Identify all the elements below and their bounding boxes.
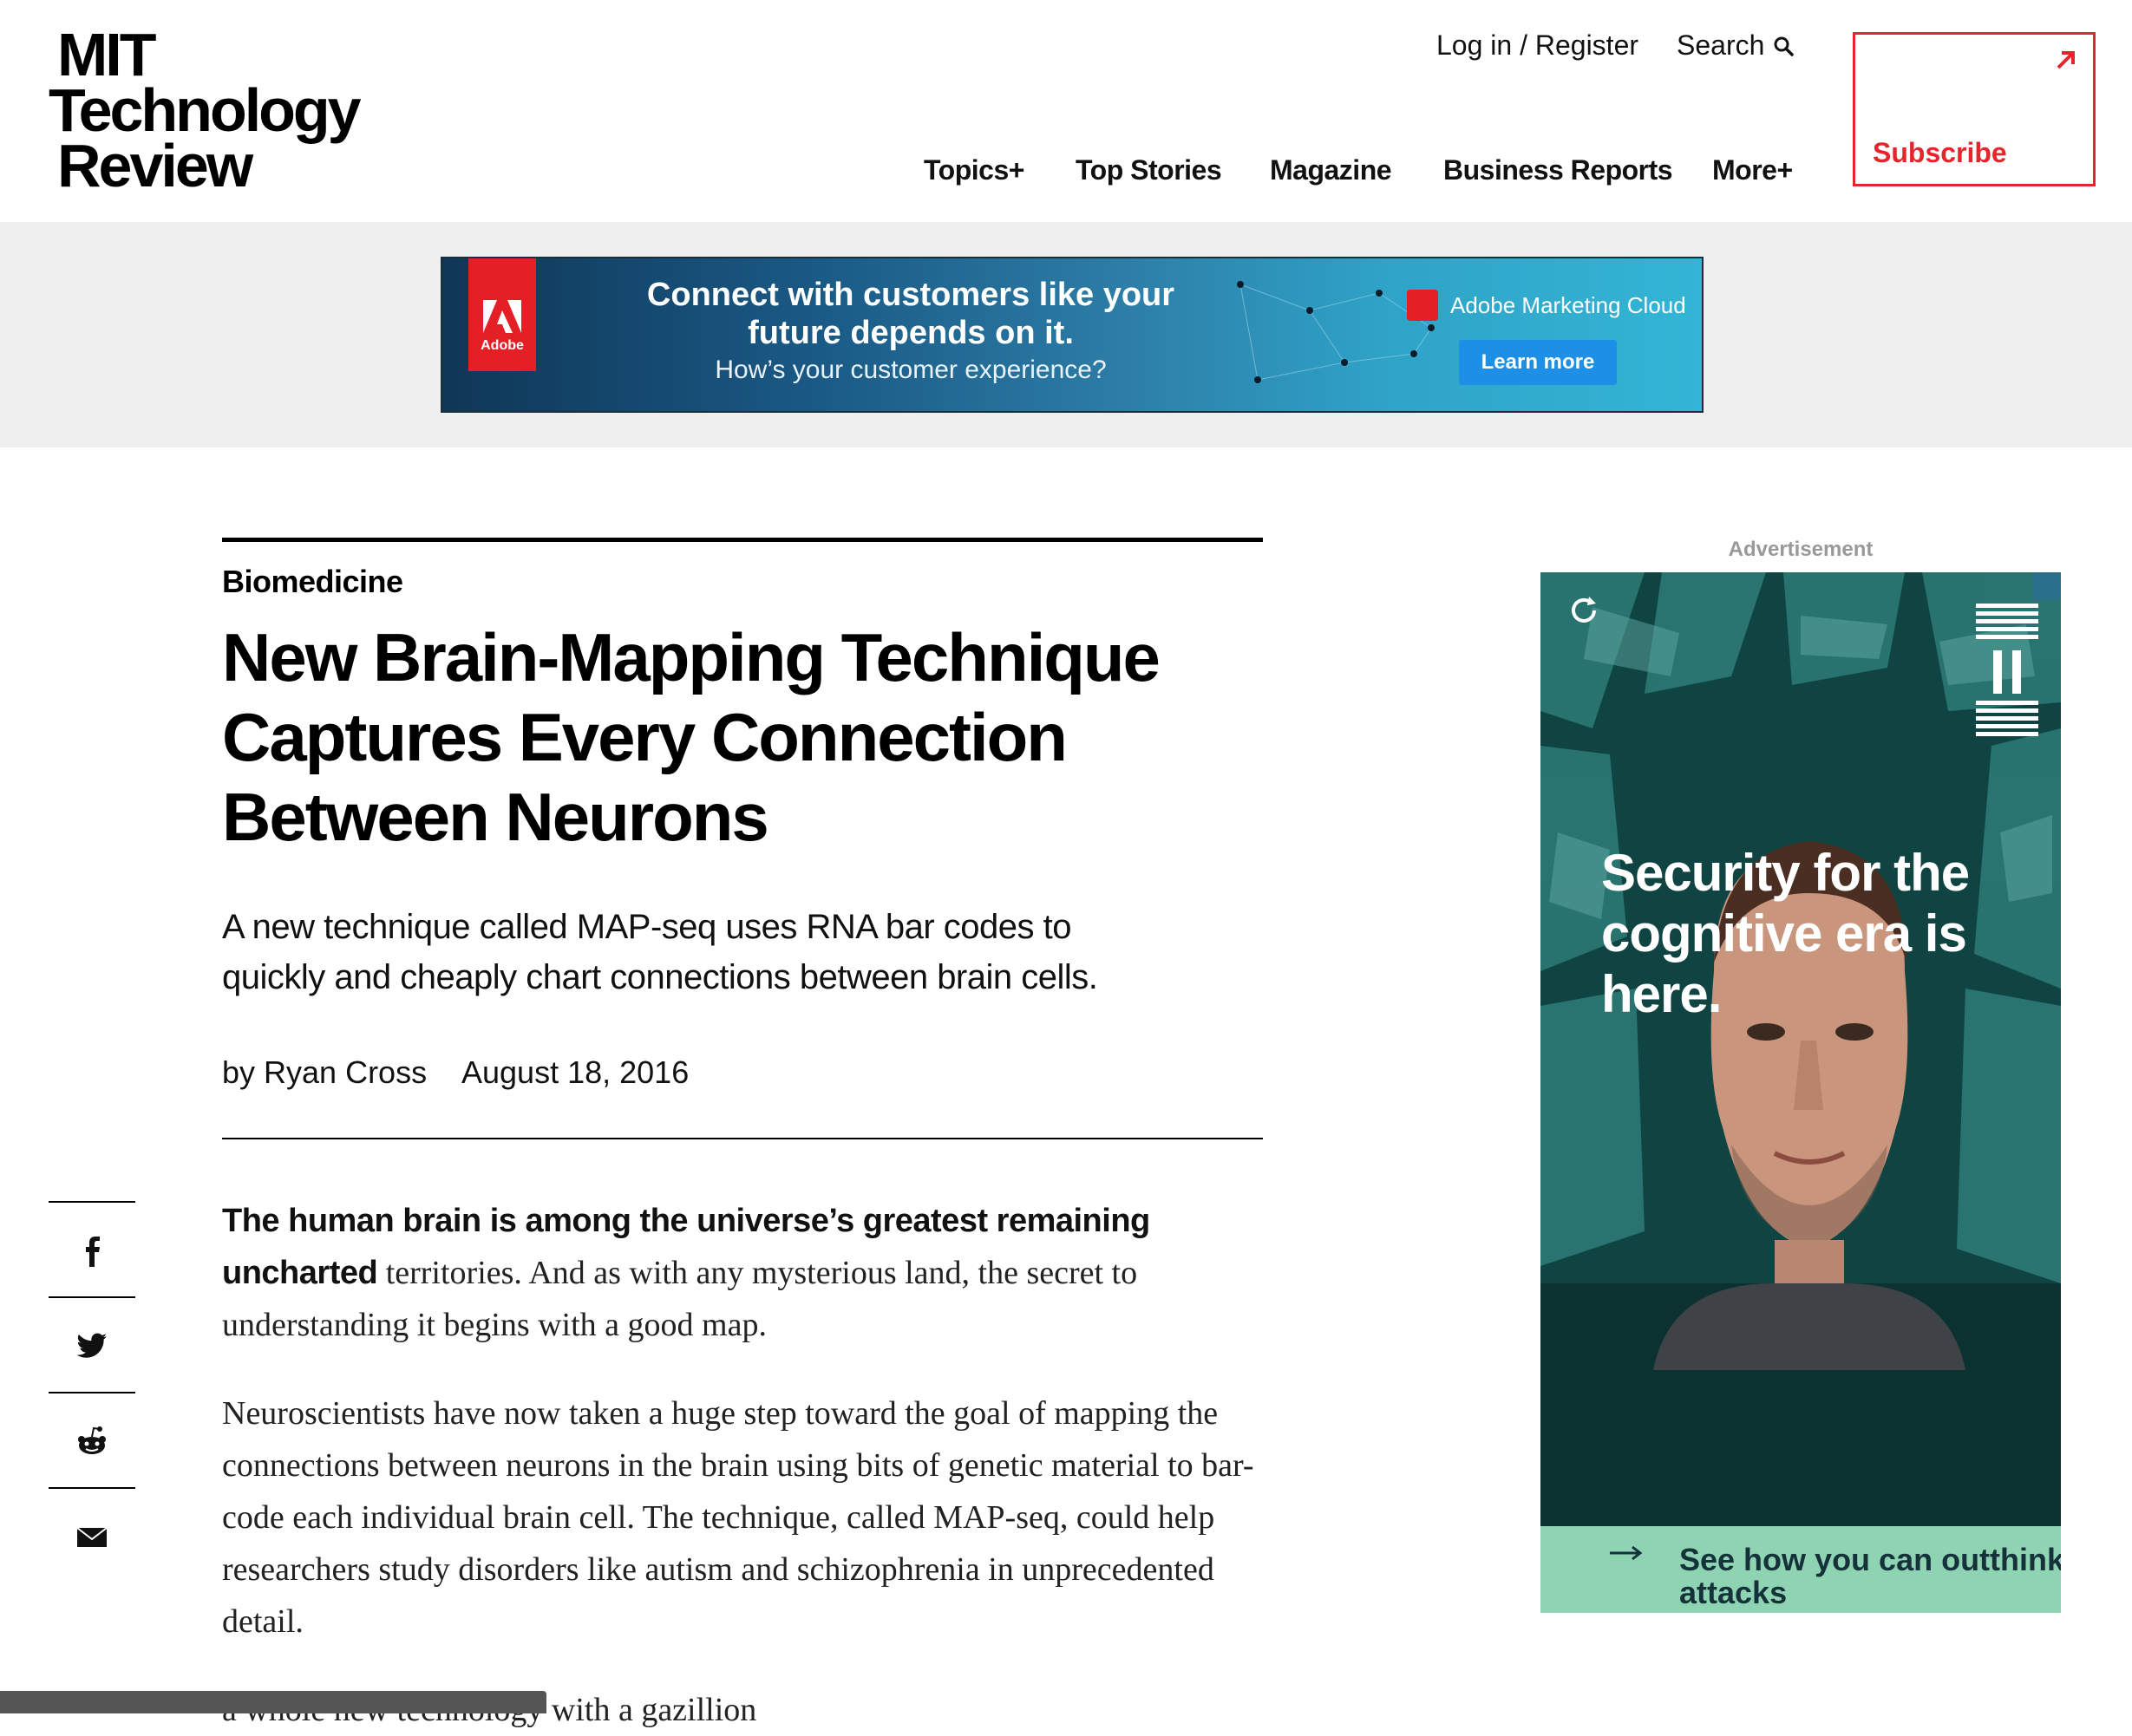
ibm-security-ad[interactable]: Security for the cognitive era is here. … xyxy=(1540,572,2061,1613)
publish-date: August 18, 2016 xyxy=(461,1054,690,1090)
search-label: Search xyxy=(1677,29,1765,61)
byline[interactable]: by Ryan Cross xyxy=(222,1054,427,1091)
subscribe-label: Subscribe xyxy=(1873,137,2007,168)
nav-more[interactable]: More+ xyxy=(1712,154,1793,186)
reddit-icon xyxy=(78,1426,106,1454)
article-title: New Brain-Mapping Technique Captures Eve… xyxy=(222,619,1161,855)
header-divider xyxy=(222,1138,1263,1139)
cookie-bar xyxy=(0,1691,546,1713)
adobe-a-icon xyxy=(483,300,521,333)
ad-cta-label: See how you can outthink attacks xyxy=(1610,1535,2061,1609)
login-register-link[interactable]: Log in / Register xyxy=(1436,29,1638,62)
advertisement-label: Advertisement xyxy=(1728,538,1874,561)
marketing-cloud-icon xyxy=(1407,290,1438,321)
adobe-banner-ad[interactable]: Adobe Connect with customers like your f… xyxy=(441,257,1704,413)
banner-headline: Connect with customers like your future … xyxy=(646,277,1175,351)
share-twitter-button[interactable] xyxy=(49,1296,135,1392)
email-icon xyxy=(76,1527,108,1547)
site-header: MIT Technology Review Log in / Register … xyxy=(0,0,2132,222)
share-email-button[interactable] xyxy=(49,1487,135,1583)
subscribe-button[interactable]: Subscribe xyxy=(1853,32,2096,186)
adchoices-icon[interactable] xyxy=(2033,572,2061,600)
facebook-icon xyxy=(86,1237,100,1267)
search-icon xyxy=(1774,36,1795,56)
twitter-icon xyxy=(76,1333,107,1358)
share-reddit-button[interactable] xyxy=(49,1392,135,1487)
section-label[interactable]: Biomedicine xyxy=(222,564,403,600)
nav-magazine[interactable]: Magazine xyxy=(1270,154,1392,186)
arrow-right-icon xyxy=(1610,1546,1643,1561)
ad-headline: Security for the cognitive era is here. xyxy=(1601,844,1970,1023)
search-button[interactable]: Search xyxy=(1677,29,1795,62)
section-rule xyxy=(222,538,1263,542)
article-paragraph: Neuroscientists have now taken a huge st… xyxy=(222,1395,1254,1640)
share-bar xyxy=(49,1201,135,1583)
share-facebook-button[interactable] xyxy=(49,1201,135,1296)
adobe-logo: Adobe xyxy=(468,258,536,371)
article-dek: A new technique called MAP-seq uses RNA … xyxy=(222,908,1098,996)
external-arrow-icon xyxy=(2057,51,2075,69)
adobe-marketing-cloud: Adobe Marketing Cloud xyxy=(1407,290,1686,321)
learn-more-button[interactable]: Learn more xyxy=(1459,340,1617,385)
article-paragraph: The human brain is among the universe’s … xyxy=(222,1203,1150,1343)
network-graphic xyxy=(1237,281,1435,383)
nav-top-stories[interactable]: Top Stories xyxy=(1076,154,1222,186)
ad-cta-button[interactable]: See how you can outthink attacks xyxy=(1540,1526,2061,1613)
ibm-logo xyxy=(1976,604,2038,736)
nav-business-reports[interactable]: Business Reports xyxy=(1443,154,1673,186)
nav-topics[interactable]: Topics+ xyxy=(924,154,1024,186)
replay-icon[interactable] xyxy=(1566,593,1601,628)
banner-subline: How’s your customer experience? xyxy=(715,356,1107,384)
